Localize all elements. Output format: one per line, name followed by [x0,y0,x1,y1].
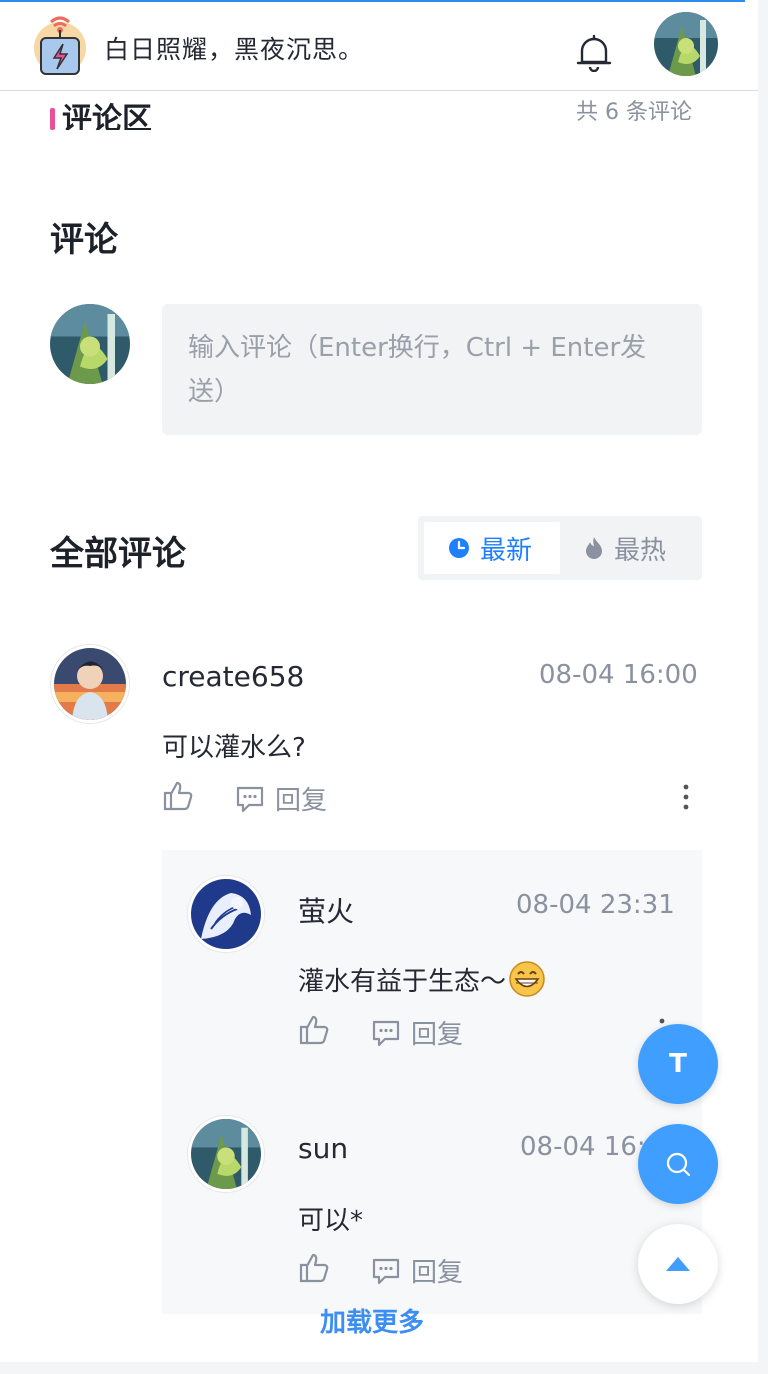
reply-author-avatar[interactable] [188,876,264,952]
comment-form-heading: 评论 [50,220,118,260]
comment-section-header: 评论区 共 6 条评论 [50,96,700,130]
comment-input[interactable] [162,304,702,435]
commenter-avatar[interactable] [51,645,129,723]
site-header: 白日照耀，黑夜沉思。 [0,0,758,91]
reply-label: 回复 [411,1258,464,1288]
more-options-icon[interactable] [676,782,696,812]
sort-hot-label: 最热 [614,535,667,566]
reply-author[interactable]: 萤火 [298,890,354,930]
grinning-emoji-icon [509,961,545,997]
current-user-avatar [50,304,130,384]
chat-bubble-icon [372,1020,400,1046]
arrow-up-icon [666,1257,690,1271]
site-slogan: 白日照耀，黑夜沉思。 [104,35,365,64]
thumbs-up-icon [299,1253,329,1283]
reply-author-avatar[interactable] [188,1116,264,1192]
sort-hot-button[interactable]: 最热 [584,522,696,574]
reply-like-button[interactable] [298,1252,340,1284]
reply-text: 灌水有益于生态～ [298,966,507,997]
user-avatar[interactable] [654,12,718,76]
section-title: 评论区 [62,102,152,130]
reply-text: 可以* [298,1206,364,1236]
scroll-gutter [758,0,768,1374]
notification-bell-icon[interactable] [574,32,614,73]
reply-label: 回复 [275,786,328,816]
reply-reply-button[interactable]: 回复 [371,1252,463,1289]
load-more-link[interactable]: 加载更多 [320,1302,424,1339]
sort-latest-label: 最新 [480,535,533,566]
reply-button[interactable]: 回复 [235,780,327,817]
search-button[interactable] [638,1124,718,1204]
like-button[interactable] [162,780,204,812]
comment-time: 08-04 16:00 [539,660,698,690]
search-icon [666,1152,691,1177]
thumbs-up-icon [163,781,193,811]
page-footer-strip [0,1362,768,1374]
replies-container: 萤火 08-04 23:31 灌水有益于生态～ 回复 sun 08-04 16:… [162,850,702,1314]
comment-author[interactable]: create658 [162,660,304,693]
theme-toggle-button[interactable]: T [638,1024,718,1104]
reply-time: 08-04 23:31 [516,890,675,920]
site-logo-icon[interactable] [33,12,87,78]
section-accent-bar [50,108,55,130]
theme-toggle-label: T [669,1049,687,1079]
chat-bubble-icon [372,1258,400,1284]
reply-like-button[interactable] [298,1014,340,1046]
sort-toggle: 最新 最热 [418,516,702,580]
reading-progress-bar [0,0,745,2]
flame-icon [586,537,602,559]
thumbs-up-icon [299,1015,329,1045]
reply-reply-button[interactable]: 回复 [371,1014,463,1051]
sort-latest-button[interactable]: 最新 [424,522,560,574]
chat-bubble-icon [236,786,264,812]
all-comments-heading: 全部评论 [50,534,186,574]
reply-label: 回复 [411,1020,464,1050]
comment-text: 可以灌水么? [162,733,306,763]
reply-text-row: 灌水有益于生态～ [298,960,546,998]
reply-author[interactable]: sun [298,1132,348,1165]
back-to-top-button[interactable] [638,1224,718,1304]
clock-icon [449,538,469,558]
comment-count: 共 6 条评论 [576,100,692,125]
